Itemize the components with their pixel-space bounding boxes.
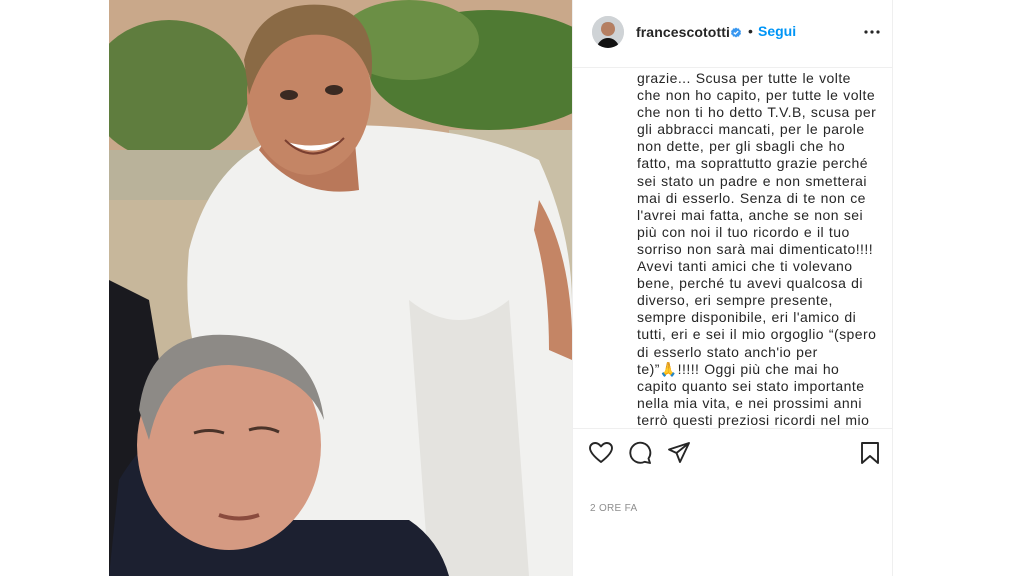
comment-icon[interactable] — [627, 440, 653, 466]
post-photo[interactable] — [109, 0, 572, 576]
follow-button[interactable]: Segui — [758, 23, 796, 39]
post-photo-image — [109, 0, 572, 576]
share-icon[interactable] — [666, 440, 692, 466]
post-caption: grazie... Scusa per tutte le volte che n… — [637, 70, 877, 428]
post-header: francescototti • Segui — [573, 0, 892, 68]
heart-icon[interactable] — [588, 440, 614, 466]
verified-badge-icon — [730, 26, 742, 38]
more-options-icon[interactable] — [861, 24, 883, 40]
avatar[interactable] — [592, 16, 624, 48]
username[interactable]: francescototti — [636, 24, 730, 40]
post-panel: francescototti • Segui grazie... Scusa p… — [572, 0, 893, 576]
post-timestamp: 2 ORE FA — [590, 503, 638, 514]
action-bar — [573, 428, 892, 476]
separator-dot: • — [748, 23, 753, 39]
bookmark-icon[interactable] — [857, 440, 883, 466]
